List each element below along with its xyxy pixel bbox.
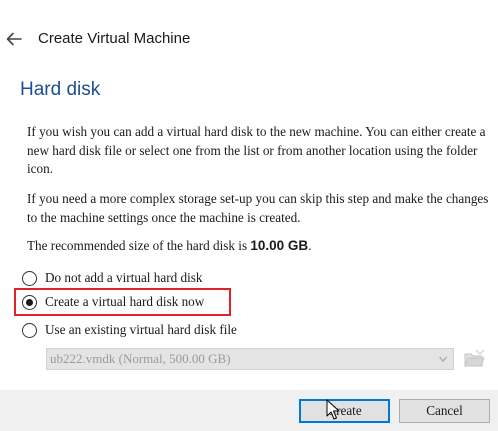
cancel-button[interactable]: Cancel	[399, 399, 490, 423]
radio-create-disk-indicator[interactable]	[22, 294, 37, 310]
radio-create-disk-label: Create a virtual hard disk now	[45, 294, 205, 309]
dialog-footer: Create Cancel	[0, 390, 498, 431]
existing-disk-select-value: ub222.vmdk (Normal, 500.00 GB)	[50, 351, 231, 366]
page-title: Hard disk	[20, 79, 101, 100]
radio-existing-disk[interactable]: Use an existing virtual hard disk file	[22, 320, 237, 340]
back-button[interactable]	[4, 29, 24, 49]
existing-disk-select[interactable]: ub222.vmdk (Normal, 500.00 GB)	[46, 348, 454, 370]
create-vm-dialog: Create Virtual Machine Hard disk If you …	[0, 0, 498, 431]
recommended-size-suffix: .	[308, 238, 312, 253]
arrow-left-icon	[6, 32, 22, 46]
radio-existing-disk-label: Use an existing virtual hard disk file	[45, 322, 237, 337]
dialog-header: Create Virtual Machine	[0, 0, 498, 66]
storage-note-paragraph: If you need a more complex storage set-u…	[27, 191, 489, 225]
folder-open-icon	[464, 349, 485, 367]
intro-paragraph: If you wish you can add a virtual hard d…	[27, 124, 486, 176]
radio-create-disk[interactable]: Create a virtual hard disk now	[22, 292, 204, 312]
radio-no-disk-label: Do not add a virtual hard disk	[45, 270, 203, 285]
radio-existing-disk-indicator[interactable]	[22, 322, 37, 338]
choose-disk-button[interactable]	[462, 347, 486, 371]
chevron-down-icon	[439, 356, 447, 362]
recommended-size-prefix: The recommended size of the hard disk is	[27, 238, 251, 253]
dialog-title: Create Virtual Machine	[38, 30, 191, 47]
create-button[interactable]: Create	[299, 399, 390, 423]
recommended-size-value: 10.00 GB	[250, 238, 309, 253]
radio-no-disk-indicator[interactable]	[22, 270, 37, 286]
recommended-size-text: The recommended size of the hard disk is…	[27, 237, 489, 256]
radio-no-disk[interactable]: Do not add a virtual hard disk	[22, 268, 202, 288]
